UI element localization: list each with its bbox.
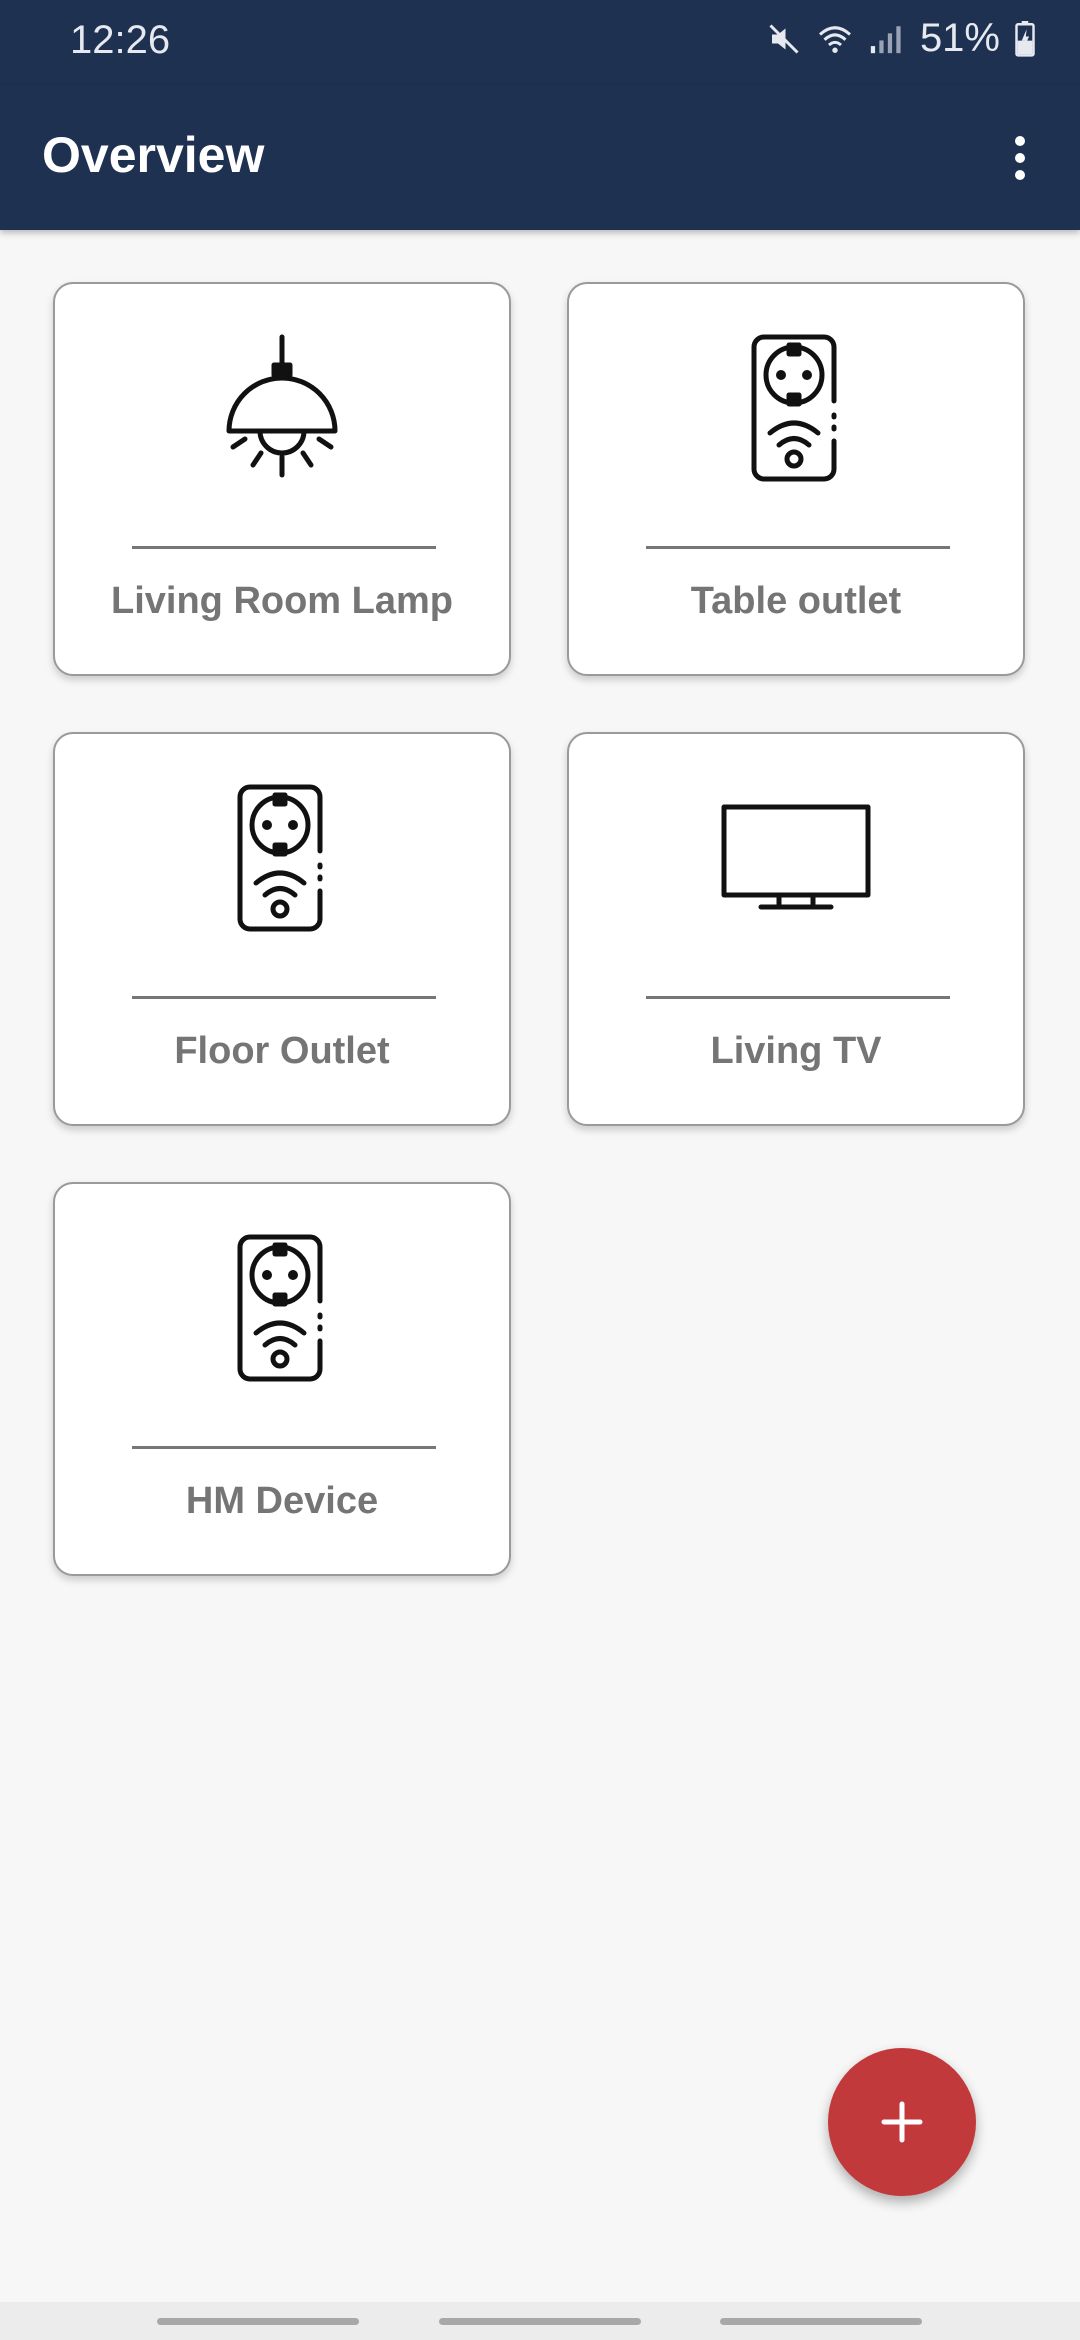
- nav-recent-button[interactable]: [157, 2318, 359, 2325]
- add-device-button[interactable]: [828, 2048, 976, 2196]
- device-name: Floor Outlet: [174, 1030, 390, 1072]
- device-card[interactable]: Table outlet: [567, 282, 1025, 676]
- device-card[interactable]: HM Device: [53, 1182, 511, 1576]
- system-nav-bar: [0, 2302, 1080, 2340]
- ceiling-lamp-icon: [202, 328, 362, 488]
- device-name: Table outlet: [690, 580, 902, 622]
- signal-icon: [868, 21, 902, 57]
- card-divider: [132, 1446, 436, 1449]
- card-divider: [646, 546, 950, 549]
- smart-plug-icon: [716, 328, 876, 488]
- app-bar: Overview: [0, 86, 1080, 230]
- card-divider: [646, 996, 950, 999]
- card-divider: [132, 996, 436, 999]
- smart-plug-icon: [202, 1228, 362, 1388]
- battery-percent: 51%: [919, 16, 1000, 60]
- device-name: Living Room Lamp: [111, 580, 453, 622]
- card-divider: [132, 546, 436, 549]
- nav-home-button[interactable]: [439, 2318, 641, 2325]
- device-card[interactable]: Floor Outlet: [53, 732, 511, 1126]
- battery-charging-icon: [1014, 20, 1036, 57]
- tv-icon: [716, 778, 876, 938]
- plus-icon: [881, 2101, 923, 2143]
- status-time: 12:26: [70, 18, 171, 62]
- mute-icon: [766, 21, 802, 57]
- status-bar: 12:26 51%: [0, 0, 1080, 86]
- device-name: Living TV: [710, 1030, 882, 1072]
- device-name: HM Device: [185, 1480, 379, 1522]
- wifi-icon: [816, 21, 854, 57]
- page-title: Overview: [42, 127, 265, 183]
- nav-back-button[interactable]: [720, 2318, 922, 2325]
- status-icons: 51%: [766, 16, 1036, 61]
- smart-plug-icon: [202, 778, 362, 938]
- device-card[interactable]: Living TV: [567, 732, 1025, 1126]
- more-vert-icon: [1015, 136, 1025, 180]
- overflow-menu-button[interactable]: [988, 120, 1052, 196]
- device-card[interactable]: Living Room Lamp: [53, 282, 511, 676]
